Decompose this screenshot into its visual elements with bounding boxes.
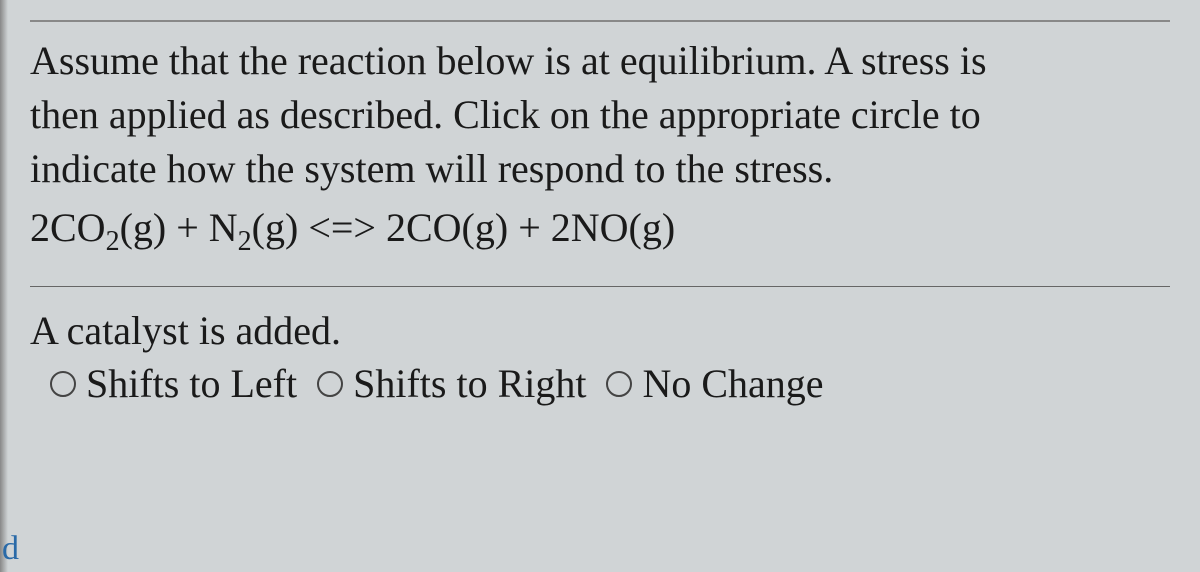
quiz-page: Assume that the reaction below is at equ… <box>0 0 1200 572</box>
answer-options: Shifts to Left Shifts to Right No Change <box>30 360 1170 407</box>
stress-section: A catalyst is added. Shifts to Left Shif… <box>30 303 1170 407</box>
radio-icon[interactable] <box>50 371 76 397</box>
question-line-2: then applied as described. Click on the … <box>30 92 981 137</box>
option-label-right: Shifts to Right <box>353 360 586 407</box>
eq-sub-2: 2 <box>238 226 252 257</box>
question-block: Assume that the reaction below is at equ… <box>30 20 1170 407</box>
eq-sub-1: 2 <box>106 226 120 257</box>
option-label-left: Shifts to Left <box>86 360 297 407</box>
question-prompt: Assume that the reaction below is at equ… <box>30 34 1170 196</box>
chemical-equation: 2CO2(g) + N2(g) <=> 2CO(g) + 2NO(g) <box>30 204 1170 258</box>
question-line-1: Assume that the reaction below is at equ… <box>30 38 987 83</box>
option-label-nochange: No Change <box>642 360 823 407</box>
eq-mid-1: (g) + N <box>120 205 238 250</box>
option-shifts-right[interactable]: Shifts to Right <box>317 360 586 407</box>
question-line-3: indicate how the system will respond to … <box>30 146 833 191</box>
radio-icon[interactable] <box>317 371 343 397</box>
option-shifts-left[interactable]: Shifts to Left <box>50 360 297 407</box>
cutoff-text-fragment: d <box>0 530 19 568</box>
section-divider <box>30 286 1170 287</box>
page-edge-shadow <box>0 0 8 572</box>
radio-icon[interactable] <box>606 371 632 397</box>
eq-reactant-1: 2CO <box>30 205 106 250</box>
stress-description: A catalyst is added. <box>30 307 1170 354</box>
eq-mid-2: (g) <=> 2CO(g) + 2NO(g) <box>252 205 676 250</box>
option-no-change[interactable]: No Change <box>606 360 823 407</box>
